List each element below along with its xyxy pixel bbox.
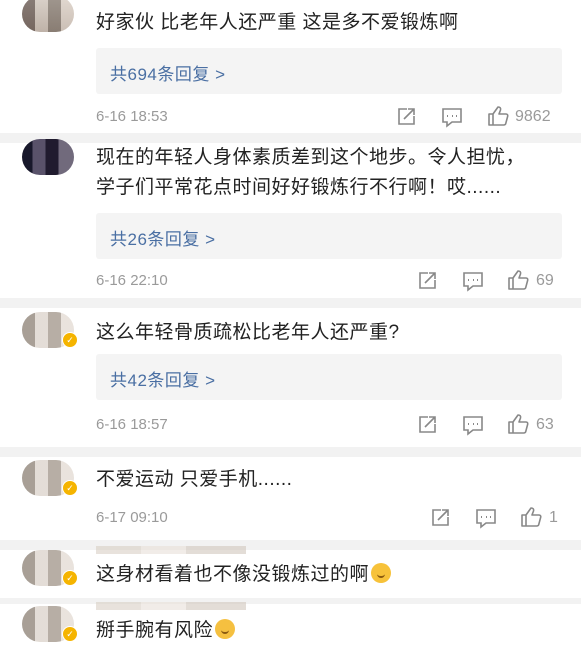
comment-item[interactable]: ✓ 掰手腕有风险 [0,602,581,656]
separator [0,298,581,308]
avatar[interactable] [22,0,74,32]
reply-count-link[interactable]: 共26条回复 > [110,225,216,250]
comment-text-line-1: 现在的年轻人身体素质差到这个地步。令人担忧， [96,147,526,168]
comment-text: 这么年轻骨质疏松比老年人还严重? [96,322,400,343]
avatar[interactable] [22,139,74,175]
username-obscured [96,602,246,610]
comment-text: 这身材看着也不像没锻炼过的啊 [96,560,561,589]
comment-item[interactable]: ✓ 这么年轻骨质疏松比老年人还严重? 共42条回复 > 6-16 18:57 6… [0,308,581,447]
like-icon[interactable] [520,506,542,528]
like-count: 69 [536,272,554,289]
share-icon[interactable] [416,270,438,292]
share-icon[interactable] [429,507,451,529]
verified-badge-icon: ✓ [62,570,78,586]
separator [0,133,581,143]
comment-item[interactable]: ✓ 这身材看着也不像没锻炼过的啊 [0,546,581,598]
username-obscured [96,546,246,554]
verified-badge-icon: ✓ [62,332,78,348]
reply-count-box[interactable]: 共694条回复 > [96,48,562,94]
verified-badge-icon: ✓ [62,626,78,642]
reply-count-box[interactable]: 共42条回复 > [96,354,562,400]
comment-text: 好家伙 比老年人还严重 这是多不爱锻炼啊 [96,12,459,33]
like-icon[interactable] [487,105,509,127]
comment-time: 6-16 18:53 [96,108,168,125]
comment-time: 6-16 22:10 [96,272,168,289]
comment-text-line-2: 学子们平常花点时间好好锻炼行不行啊！哎...... [96,177,502,198]
comment-icon[interactable] [462,270,484,292]
like-count: 63 [536,416,554,433]
comment-text-body: 掰手腕有风险 [96,620,214,641]
comment-icon[interactable] [441,106,463,128]
reply-count-link[interactable]: 共42条回复 > [110,366,216,391]
separator [0,447,581,457]
reply-count-link[interactable]: 共694条回复 > [110,60,226,85]
like-icon[interactable] [507,269,529,291]
comment-icon[interactable] [462,414,484,436]
comment-item[interactable]: 现在的年轻人身体素质差到这个地步。令人担忧， 学子们平常花点时间好好锻炼行不行啊… [0,139,581,298]
comment-text: 不爱运动 只爱手机...... [96,469,293,490]
comment-time: 6-16 18:57 [96,416,168,433]
comment-item[interactable]: 好家伙 比老年人还严重 这是多不爱锻炼啊 共694条回复 > 6-16 18:5… [0,0,581,133]
comment-text: 掰手腕有风险 [96,616,561,645]
crying-laughing-emoji-icon [215,619,236,639]
share-icon[interactable] [395,106,417,128]
share-icon[interactable] [416,414,438,436]
like-icon[interactable] [507,413,529,435]
verified-badge-icon: ✓ [62,480,78,496]
comment-item[interactable]: ✓ 不爱运动 只爱手机...... 6-17 09:10 1 [0,457,581,540]
reply-count-box[interactable]: 共26条回复 > [96,213,562,259]
comment-time: 6-17 09:10 [96,509,168,526]
comment-text-body: 这身材看着也不像没锻炼过的啊 [96,564,370,585]
like-count: 9862 [515,108,551,125]
shush-face-emoji-icon [371,563,392,583]
like-count: 1 [549,509,558,526]
separator [0,540,581,550]
comment-icon[interactable] [475,507,497,529]
